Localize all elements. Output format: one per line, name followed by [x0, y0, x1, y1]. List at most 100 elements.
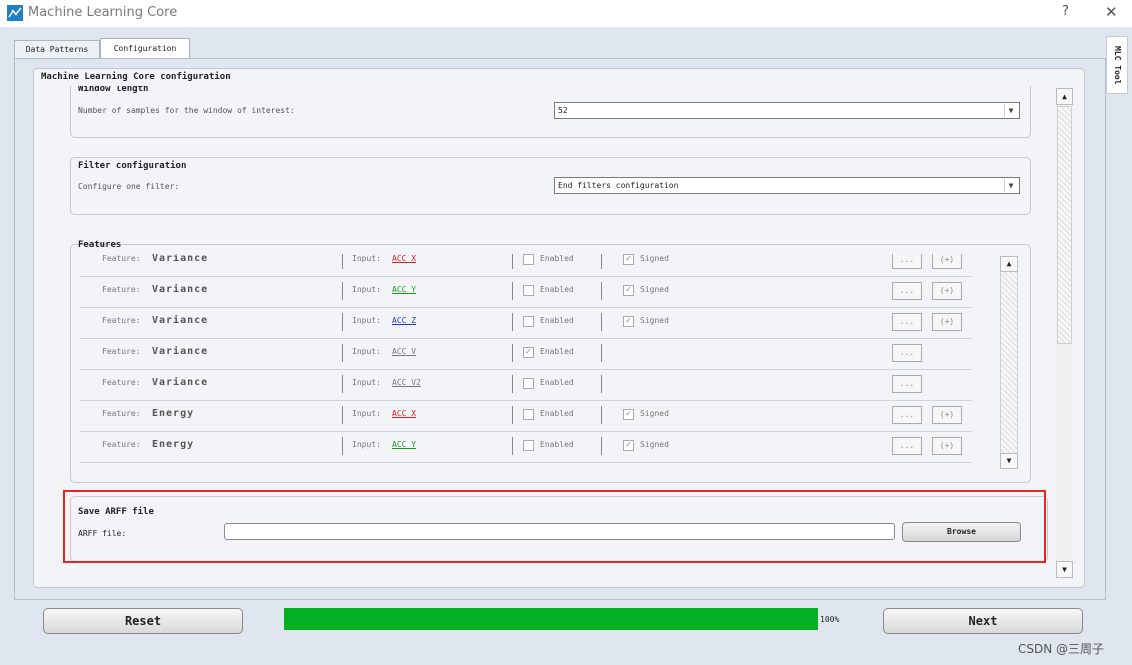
divider [342, 282, 343, 300]
input-label: Input: [352, 347, 381, 356]
feature-name: Variance [152, 377, 209, 388]
feature-row: Feature: Variance Input: ACC_Z Enabled ✓ Signe… [80, 307, 972, 339]
features-scrollbar[interactable] [1000, 256, 1018, 469]
signed-label: Signed [640, 440, 669, 449]
filter-select[interactable]: End filters configuration ▼ [554, 177, 1020, 194]
window-length-value: 52 [558, 106, 568, 115]
feature-options-button[interactable]: ... [892, 375, 922, 393]
feature-row: Feature:Input:EnabledSigned...(+) [80, 462, 972, 468]
feature-name: Variance [152, 346, 209, 357]
input-label: Input: [352, 254, 381, 263]
input-value: ACC_V [392, 347, 417, 356]
enabled-label: Enabled [540, 409, 574, 418]
add-feature-button[interactable]: (+) [932, 282, 962, 300]
signed-checkbox[interactable]: ✓ [623, 440, 634, 451]
signed-label: Signed [640, 409, 669, 418]
add-feature-button[interactable]: (+) [932, 254, 962, 269]
feature-label: Feature: [102, 285, 141, 294]
add-feature-button[interactable]: (+) [932, 406, 962, 424]
feature-options-button[interactable]: ... [892, 437, 922, 455]
feature-label: Feature: [102, 440, 141, 449]
scroll-up-arrow-icon[interactable]: ▲ [1056, 88, 1073, 105]
divider [601, 313, 602, 331]
scroll-up-arrow-icon[interactable]: ▲ [1000, 256, 1018, 272]
divider [342, 344, 343, 362]
input-value: ACC_Y [392, 440, 417, 449]
divider [601, 437, 602, 455]
input-label: Input: [352, 440, 381, 449]
side-tab-mlc-tool[interactable]: MLC Tool [1106, 36, 1128, 94]
highlight-annotation [63, 490, 1046, 563]
divider [342, 313, 343, 331]
divider [342, 406, 343, 424]
enabled-label: Enabled [540, 378, 574, 387]
input-value: ACC_Y [392, 285, 417, 294]
add-feature-button[interactable]: (+) [932, 437, 962, 455]
enabled-checkbox[interactable] [523, 316, 534, 327]
signed-label: Signed [640, 316, 669, 325]
divider [342, 437, 343, 455]
enabled-checkbox[interactable] [523, 285, 534, 296]
input-label: Input: [352, 378, 381, 387]
divider [512, 344, 513, 362]
window-title: Machine Learning Core [28, 5, 178, 20]
mlc-config-title: Machine Learning Core configuration [41, 72, 231, 82]
divider [601, 282, 602, 300]
reset-button[interactable]: Reset [43, 608, 243, 634]
divider [512, 437, 513, 455]
close-icon[interactable]: ✕ [1105, 3, 1118, 21]
feature-label: Feature: [102, 378, 141, 387]
window-length-title: Window length [78, 86, 149, 94]
input-value: ACC_X [392, 254, 417, 263]
divider [512, 406, 513, 424]
filter-title: Filter configuration [78, 161, 187, 171]
input-label: Input: [352, 409, 381, 418]
features-list: Feature: Variance Input: ACC_X Enabled ✓ Signe… [80, 254, 972, 468]
enabled-checkbox[interactable] [523, 378, 534, 389]
feature-row: Feature: Energy Input: ACC_Y Enabled ✓ Signed.… [80, 431, 972, 463]
feature-options-button[interactable]: ... [892, 254, 922, 269]
help-button[interactable]: ? [1062, 4, 1069, 19]
scroll-down-arrow-icon[interactable]: ▼ [1000, 453, 1018, 469]
signed-checkbox[interactable]: ✓ [623, 254, 634, 265]
divider [512, 282, 513, 300]
input-label: Input: [352, 285, 381, 294]
progress-text: 100% [820, 615, 840, 624]
feature-name: Variance [152, 284, 209, 295]
signed-checkbox[interactable]: ✓ [623, 409, 634, 420]
enabled-label: Enabled [540, 347, 574, 356]
tab-configuration[interactable]: Configuration [100, 38, 190, 60]
tab-data-patterns[interactable]: Data Patterns [14, 40, 100, 59]
enabled-checkbox[interactable] [523, 440, 534, 451]
divider [601, 254, 602, 269]
enabled-checkbox[interactable]: ✓ [523, 347, 534, 358]
chevron-down-icon: ▼ [1004, 179, 1017, 192]
signed-checkbox[interactable]: ✓ [623, 285, 634, 296]
signed-checkbox[interactable]: ✓ [623, 316, 634, 327]
feature-options-button[interactable]: ... [892, 344, 922, 362]
divider [601, 344, 602, 362]
feature-options-button[interactable]: ... [892, 282, 922, 300]
feature-row: Feature: Variance Input: ACC_Y Enabled ✓ Signe… [80, 276, 972, 308]
feature-label: Feature: [102, 409, 141, 418]
scroll-down-arrow-icon[interactable]: ▼ [1056, 561, 1073, 578]
divider [512, 254, 513, 269]
signed-label: Signed [640, 254, 669, 263]
feature-name: Energy [152, 408, 195, 419]
enabled-checkbox[interactable] [523, 254, 534, 265]
divider [601, 375, 602, 393]
divider [342, 254, 343, 269]
config-scrollbar-thumb[interactable] [1057, 106, 1072, 344]
feature-label: Feature: [102, 347, 141, 356]
divider [342, 375, 343, 393]
next-button[interactable]: Next [883, 608, 1083, 634]
window-length-select[interactable]: 52 ▼ [554, 102, 1020, 119]
feature-name: Variance [152, 254, 209, 264]
chevron-down-icon: ▼ [1004, 104, 1017, 117]
add-feature-button[interactable]: (+) [932, 313, 962, 331]
feature-options-button[interactable]: ... [892, 313, 922, 331]
feature-options-button[interactable]: ... [892, 406, 922, 424]
input-label: Input: [352, 316, 381, 325]
enabled-checkbox[interactable] [523, 409, 534, 420]
feature-row: Feature: Variance Input: ACC_V2 Enabled... [80, 369, 972, 401]
